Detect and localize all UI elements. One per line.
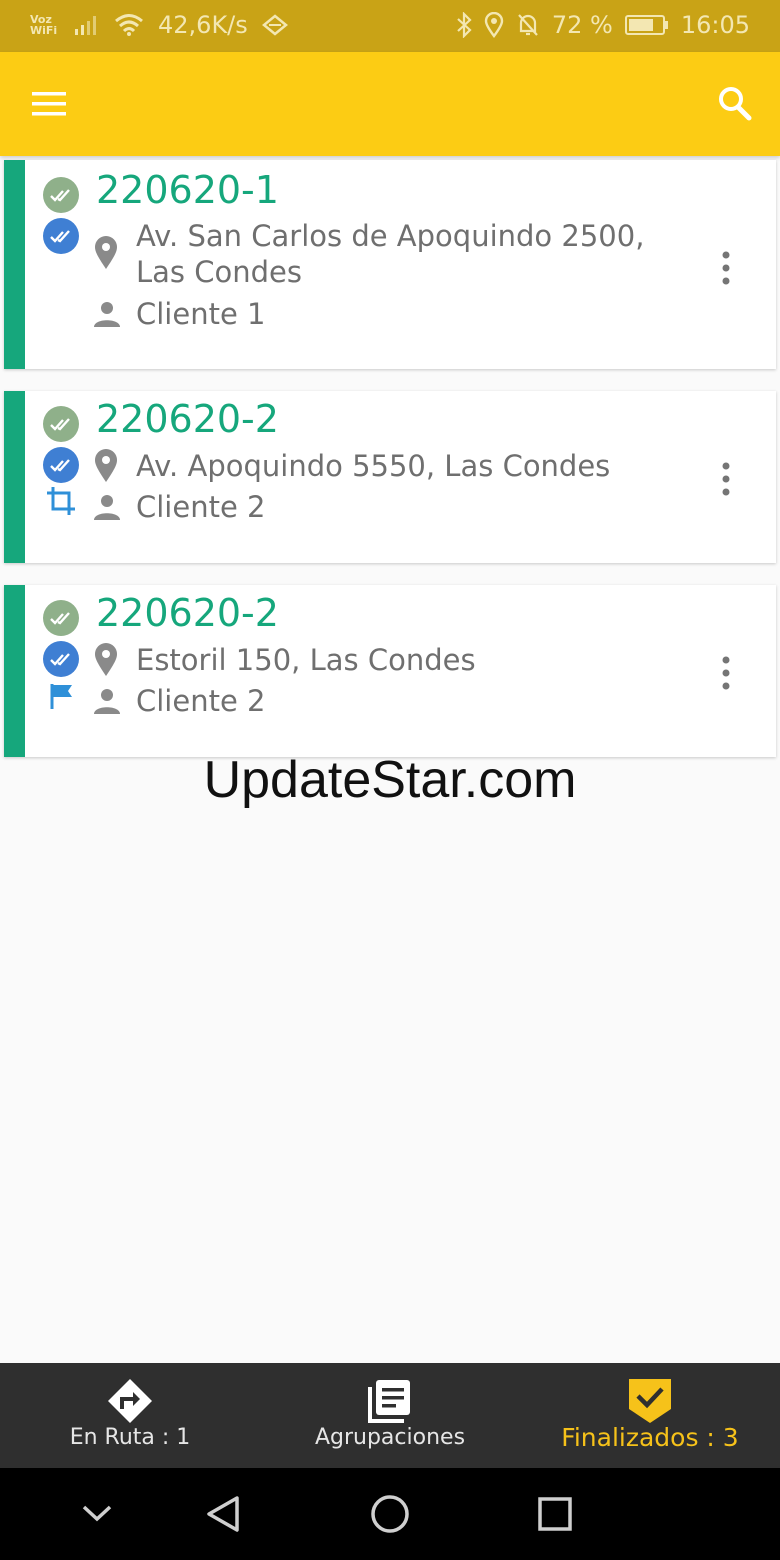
tab-agrupaciones[interactable]: Agrupaciones: [260, 1363, 520, 1468]
wifi-icon: [115, 14, 143, 36]
flag-icon: [50, 684, 72, 709]
order-address: Estoril 150, Las Condes: [136, 643, 476, 677]
order-code: 220620-2: [96, 591, 279, 635]
battery-percent: 72 %: [551, 11, 613, 39]
location-pin-icon: [95, 449, 117, 482]
more-options-button[interactable]: [714, 248, 738, 288]
back-triangle-icon[interactable]: [204, 1494, 242, 1534]
tab-label: Agrupaciones: [314, 1425, 466, 1450]
list-icon: [368, 1380, 410, 1423]
person-icon: [94, 689, 120, 714]
search-button[interactable]: [716, 84, 754, 124]
status-stripe: [4, 160, 25, 369]
synced-check-icon: [43, 641, 79, 677]
more-options-button[interactable]: [714, 653, 738, 693]
order-address: Av. Apoquindo 5550, Las Condes: [136, 449, 611, 483]
order-code: 220620-1: [96, 168, 279, 212]
order-client: Cliente 2: [136, 490, 266, 524]
delivered-check-icon: [43, 177, 79, 213]
order-card[interactable]: 220620-2 Av. Apoquindo 5550, Las Condes …: [4, 391, 776, 563]
status-bar: Voz WiFi 42,6K/s 72 % 16:05: [0, 0, 780, 52]
tab-en-ruta[interactable]: En Ruta : 1: [0, 1363, 260, 1468]
clock: 16:05: [680, 11, 750, 39]
app-bar: [0, 52, 780, 156]
menu-button[interactable]: [30, 88, 72, 120]
order-card[interactable]: 220620-2 Estoril 150, Las Condes Cliente…: [4, 585, 776, 757]
order-code: 220620-2: [96, 397, 279, 441]
chevron-down-icon[interactable]: [80, 1502, 114, 1524]
location-pin-icon: [95, 643, 117, 676]
hamburger-menu-icon: [32, 92, 66, 116]
bottom-navigation: En Ruta : 1 Agrupaciones Finalizados : 3: [0, 1363, 780, 1468]
order-client: Cliente 2: [136, 684, 266, 718]
person-icon: [94, 302, 120, 327]
more-options-button[interactable]: [714, 459, 738, 499]
delivered-check-icon: [43, 406, 79, 442]
more-vert-icon: [722, 251, 730, 285]
voz-wifi-label: Voz WiFi: [30, 13, 58, 37]
status-stripe: [4, 391, 25, 563]
more-vert-icon: [722, 656, 730, 690]
synced-check-icon: [43, 447, 79, 483]
vpn-icon: [261, 14, 288, 36]
status-stripe: [4, 585, 25, 757]
route-turn-icon: [108, 1379, 152, 1423]
order-card[interactable]: 220620-1 Av. San Carlos de Apoquindo 250…: [4, 160, 776, 369]
tab-label: En Ruta : 1: [69, 1425, 191, 1450]
search-icon: [719, 87, 752, 121]
location-pin-icon: [95, 236, 117, 269]
watermark-text: UpdateStar.com: [203, 751, 577, 809]
delivered-check-icon: [43, 600, 79, 636]
notifications-off-icon: [518, 14, 538, 36]
system-navigation-bar: [0, 1468, 780, 1560]
synced-check-icon: [43, 218, 79, 254]
network-speed: 42,6K/s: [158, 11, 248, 39]
order-client: Cliente 1: [136, 297, 266, 331]
tab-finalizados[interactable]: Finalizados : 3: [520, 1363, 780, 1468]
battery-icon: [624, 15, 668, 35]
signal-icon: [75, 16, 96, 35]
location-icon: [484, 12, 504, 38]
tab-label: Finalizados : 3: [561, 1423, 739, 1452]
recents-square-icon[interactable]: [537, 1496, 573, 1532]
bluetooth-icon: [457, 12, 472, 38]
crop-icon: [47, 487, 75, 515]
more-vert-icon: [722, 462, 730, 496]
person-icon: [94, 495, 120, 520]
order-address: Av. San Carlos de Apoquindo 2500, Las Co…: [136, 219, 645, 289]
home-circle-icon[interactable]: [370, 1494, 410, 1534]
finished-check-icon: [629, 1379, 671, 1423]
